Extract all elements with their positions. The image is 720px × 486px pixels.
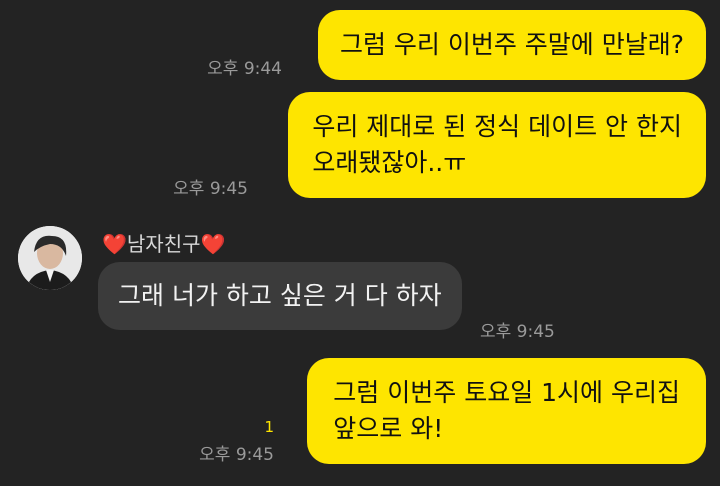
heart-icon: ❤️ — [200, 232, 226, 256]
outgoing-message-bubble[interactable]: 그럼 이번주 토요일 1시에 우리집 앞으로 와! — [307, 358, 706, 464]
message-timestamp: 오후 9:44 — [207, 59, 282, 79]
message-timestamp: 오후 9:45 — [173, 179, 248, 199]
outgoing-message-bubble[interactable]: 우리 제대로 된 정식 데이트 안 한지 오래됐잖아..ㅠ — [288, 92, 706, 198]
outgoing-message-bubble[interactable]: 그럼 우리 이번주 주말에 만날래? — [317, 10, 706, 80]
sender-avatar[interactable] — [18, 226, 82, 290]
message-text: 오래됐잖아..ㅠ — [312, 148, 467, 177]
message-text: 그럼 이번주 토요일 1시에 우리집 — [333, 378, 680, 407]
avatar-image — [18, 226, 82, 290]
sender-name: ❤️남자친구❤️ — [102, 228, 225, 257]
message-text: 우리 제대로 된 정식 데이트 안 한지 — [312, 112, 682, 141]
message-text: 앞으로 와! — [333, 414, 444, 443]
sender-name-text: 남자친구 — [126, 232, 201, 256]
message-timestamp: 오후 9:45 — [199, 445, 274, 465]
heart-icon: ❤️ — [102, 232, 127, 256]
unread-count-badge: 1 — [264, 418, 274, 436]
incoming-message-bubble[interactable]: 그래 너가 하고 싶은 거 다 하자 — [98, 262, 462, 330]
message-text: 그럼 우리 이번주 주말에 만날래? — [339, 30, 684, 59]
message-text: 그래 너가 하고 싶은 거 다 하자 — [118, 281, 442, 310]
message-timestamp: 오후 9:45 — [480, 322, 555, 342]
